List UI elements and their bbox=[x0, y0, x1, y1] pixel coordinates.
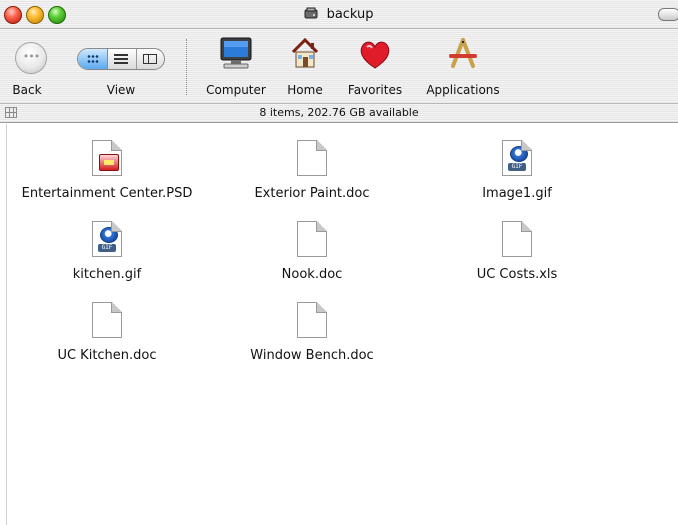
file-item[interactable]: Entertainment Center.PSD bbox=[0, 140, 217, 201]
view-segmented-control[interactable] bbox=[77, 48, 165, 70]
back-label: Back bbox=[12, 83, 42, 97]
home-label: Home bbox=[287, 83, 323, 97]
file-name: Nook.doc bbox=[281, 267, 343, 282]
list-view-icon bbox=[114, 54, 128, 64]
favorites-label: Favorites bbox=[347, 83, 403, 97]
home-icon bbox=[291, 37, 319, 68]
toolbar-computer[interactable]: Computer bbox=[200, 29, 272, 103]
status-text: 8 items, 202.76 GB available bbox=[259, 106, 419, 119]
document-icon bbox=[502, 221, 532, 257]
computer-label: Computer bbox=[206, 83, 266, 97]
file-item[interactable]: GIF kitchen.gif bbox=[0, 221, 217, 282]
document-icon bbox=[92, 302, 122, 338]
quicktime-icon bbox=[100, 227, 118, 243]
list-view-button[interactable] bbox=[107, 49, 137, 69]
file-name: Image1.gif bbox=[482, 186, 552, 201]
title-bar[interactable]: backup bbox=[0, 0, 678, 29]
toolbar-applications[interactable]: Applications bbox=[420, 29, 506, 103]
psd-badge-icon bbox=[99, 154, 119, 171]
status-bar: 8 items, 202.76 GB available bbox=[0, 104, 678, 123]
document-icon bbox=[297, 140, 327, 176]
file-item[interactable]: UC Costs.xls bbox=[407, 221, 627, 282]
back-button-group[interactable]: ••• Back bbox=[6, 29, 48, 103]
finder-window: backup ••• Back View Computer Home Favor… bbox=[0, 0, 678, 525]
file-item[interactable]: Nook.doc bbox=[202, 221, 422, 282]
file-name: UC Costs.xls bbox=[476, 267, 558, 282]
column-view-icon bbox=[143, 54, 157, 64]
computer-icon bbox=[220, 37, 252, 69]
document-icon bbox=[297, 221, 327, 257]
quicktime-icon bbox=[510, 146, 528, 162]
file-item[interactable]: Window Bench.doc bbox=[202, 302, 422, 363]
view-control-group: View bbox=[77, 29, 165, 103]
applications-label: Applications bbox=[426, 83, 500, 97]
toolbar-separator bbox=[186, 39, 187, 95]
grid-icon bbox=[5, 107, 17, 118]
applications-icon bbox=[449, 38, 477, 68]
icon-view-button[interactable] bbox=[78, 49, 108, 69]
back-button[interactable]: ••• bbox=[15, 42, 47, 74]
gif-badge-icon: GIF bbox=[98, 244, 116, 252]
file-name: Exterior Paint.doc bbox=[254, 186, 370, 201]
file-item[interactable]: UC Kitchen.doc bbox=[0, 302, 217, 363]
back-arrow-icon: ••• bbox=[22, 50, 40, 63]
window-title: backup bbox=[326, 7, 374, 22]
file-item[interactable]: GIF Image1.gif bbox=[407, 140, 627, 201]
file-item[interactable]: Exterior Paint.doc bbox=[202, 140, 422, 201]
window-title-group: backup bbox=[0, 6, 678, 22]
hard-drive-icon bbox=[304, 7, 318, 19]
gif-file-icon: GIF bbox=[92, 221, 122, 257]
gif-file-icon: GIF bbox=[502, 140, 532, 176]
file-name: kitchen.gif bbox=[72, 267, 142, 282]
file-name: Entertainment Center.PSD bbox=[21, 186, 193, 201]
column-view-button[interactable] bbox=[136, 49, 164, 69]
toolbar-toggle-button[interactable] bbox=[658, 8, 678, 21]
icon-view-icon bbox=[87, 54, 99, 64]
file-name: UC Kitchen.doc bbox=[57, 348, 157, 363]
view-label: View bbox=[106, 83, 136, 97]
file-icon-view[interactable]: Entertainment Center.PSD Exterior Paint.… bbox=[6, 124, 678, 525]
document-icon bbox=[297, 302, 327, 338]
psd-file-icon bbox=[92, 140, 122, 176]
favorites-heart-icon bbox=[360, 41, 390, 69]
toolbar-home[interactable]: Home bbox=[280, 29, 330, 103]
file-name: Window Bench.doc bbox=[250, 348, 374, 363]
gif-badge-icon: GIF bbox=[508, 163, 526, 171]
toolbar: ••• Back View Computer Home Favorites Ap… bbox=[0, 29, 678, 104]
toolbar-favorites[interactable]: Favorites bbox=[340, 29, 410, 103]
